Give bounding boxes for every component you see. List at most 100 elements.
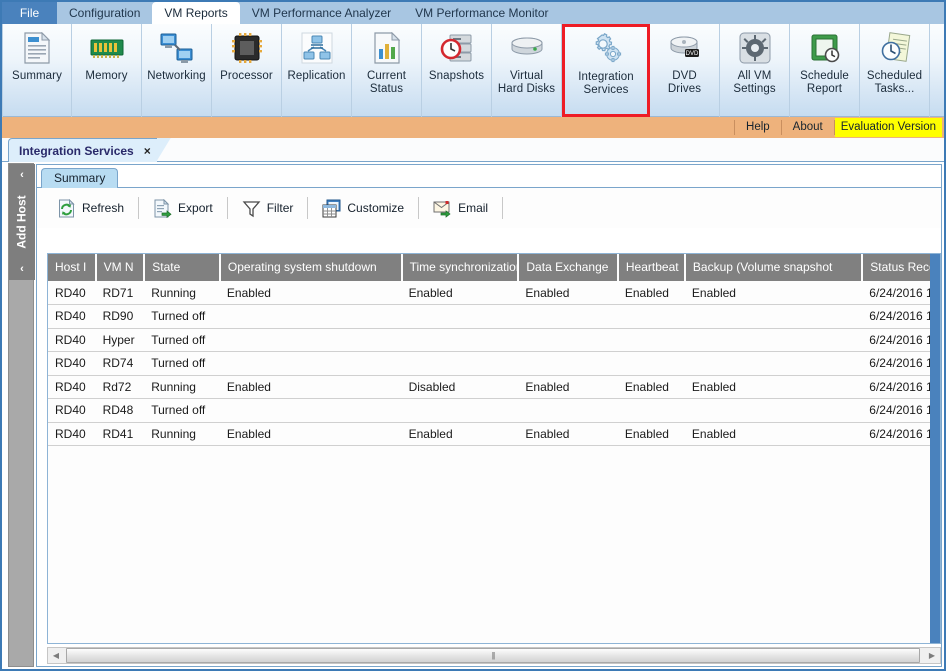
help-links-bar: Help About Evaluation Version [2, 117, 944, 138]
menu-item-configuration[interactable]: Configuration [57, 2, 152, 24]
cell-backup: Enabled [684, 374, 863, 399]
table-row[interactable]: RD40 RD71 Running Enabled Enabled Enable… [48, 280, 940, 305]
ribbon-button-scheduled-tasks[interactable]: Scheduled Tasks... [860, 24, 930, 117]
scrollbar-track[interactable]: ||| [64, 648, 924, 663]
menu-item-vm-reports[interactable]: VM Reports [152, 2, 240, 24]
filter-button[interactable]: Filter [232, 196, 304, 221]
document-tab-label: Integration Services [19, 143, 134, 158]
ribbon-button-current-status[interactable]: Current Status [352, 24, 422, 117]
cell-heartbeat [617, 351, 685, 376]
menu-item-vm-performance-analyzer-label: VM Performance Analyzer [251, 6, 392, 20]
scroll-right-arrow-icon[interactable]: ▶ [924, 648, 940, 663]
scroll-left-arrow-icon[interactable]: ◀ [48, 648, 64, 663]
table-row[interactable]: RD40 RD74 Turned off 6/24/2016 12:57:37 … [48, 351, 940, 376]
column-header-vm-name[interactable]: VM N [95, 254, 146, 282]
column-header-data-exchange[interactable]: Data Exchange [518, 254, 619, 282]
cell-state: Turned off [144, 398, 220, 423]
cell-backup [684, 351, 863, 376]
data-table: Host I VM N State Operating system shutd… [48, 254, 940, 446]
cell-heartbeat [617, 304, 685, 329]
divider [418, 197, 420, 219]
menu-item-vm-reports-label: VM Reports [164, 6, 228, 20]
cell-data-exchange: Enabled [518, 421, 618, 446]
tab-summary[interactable]: Summary [41, 168, 119, 188]
table-row[interactable]: RD40 RD90 Turned off 6/24/2016 12:57:37 … [48, 304, 940, 329]
column-header-host-id[interactable]: Host I [48, 254, 97, 282]
cell-os-shutdown: Enabled [219, 280, 402, 305]
cell-os-shutdown [219, 327, 402, 352]
ribbon-toolbar: Summary Memory Networking Processor Repl… [2, 24, 944, 117]
ribbon-button-snapshots[interactable]: Snapshots [422, 24, 492, 117]
refresh-button[interactable]: Refresh [47, 196, 134, 221]
ribbon-button-virtual-hard-disks[interactable]: Virtual Hard Disks [492, 24, 562, 117]
cell-vm-name: Rd72 [95, 374, 145, 399]
cell-host-id: RD40 [48, 351, 96, 376]
add-host-rail[interactable]: Add Host ‹ ‹ [8, 163, 35, 667]
table-row[interactable]: RD40 RD48 Turned off 6/24/2016 12:57:38 … [48, 398, 940, 423]
email-button[interactable]: Email [423, 196, 498, 221]
column-header-time-synchronization[interactable]: Time synchronization [401, 254, 520, 282]
ribbon-button-integration-services[interactable]: Integration Services [562, 24, 650, 117]
ribbon-button-summary-label: Summary [12, 70, 62, 82]
cell-data-exchange [518, 398, 618, 423]
cell-heartbeat: Enabled [617, 280, 685, 305]
cell-data-exchange: Enabled [518, 374, 618, 399]
ribbon-button-all-vm-settings[interactable]: All VM Settings [720, 24, 790, 117]
export-button[interactable]: Export [143, 196, 223, 221]
table-row[interactable]: RD40 Hyper Turned off 6/24/2016 12:57:37… [48, 327, 940, 352]
chevron-collapse-top-icon[interactable]: ‹ [9, 168, 35, 182]
svg-text:DVD: DVD [685, 51, 698, 57]
ribbon-button-processor[interactable]: Processor [212, 24, 282, 117]
document-tab-strip: Integration Services × [2, 138, 944, 162]
cell-backup: Enabled [684, 421, 863, 446]
scrollbar-thumb[interactable]: ||| [66, 648, 920, 663]
document-tab-integration-services[interactable]: Integration Services × [8, 138, 158, 162]
column-header-heartbeat[interactable]: Heartbeat [617, 254, 686, 282]
column-header-state[interactable]: State [144, 254, 221, 282]
ribbon-button-current-status-label: Current Status [366, 70, 407, 95]
email-send-icon [433, 199, 452, 218]
menu-item-vm-performance-monitor[interactable]: VM Performance Monitor [403, 2, 560, 24]
help-link[interactable]: Help [735, 117, 781, 138]
evaluation-version-badge[interactable]: Evaluation Version [834, 118, 942, 137]
column-header-backup-volume-snapshot[interactable]: Backup (Volume snapshot [684, 254, 864, 282]
horizontal-scrollbar[interactable]: ◀ ||| ▶ [47, 647, 941, 664]
report-data-grid[interactable]: Host I VM N State Operating system shutd… [47, 253, 941, 644]
ribbon-button-schedule-report[interactable]: Schedule Report [790, 24, 860, 117]
ribbon-button-replication[interactable]: Replication [282, 24, 352, 117]
dvd-drive-icon: DVD [667, 30, 703, 66]
email-button-label: Email [458, 201, 489, 215]
cell-os-shutdown [219, 304, 402, 329]
chevron-collapse-bottom-icon[interactable]: ‹ [9, 262, 35, 276]
ribbon-button-summary[interactable]: Summary [2, 24, 72, 117]
vertical-scrollbar[interactable] [930, 254, 940, 643]
document-tab-slant [157, 138, 171, 162]
cell-heartbeat: Enabled [617, 421, 685, 446]
cell-backup [684, 398, 863, 423]
close-icon[interactable]: × [144, 144, 151, 158]
cell-time-sync: Enabled [401, 421, 519, 446]
cell-data-exchange [518, 327, 618, 352]
menu-item-vm-performance-monitor-label: VM Performance Monitor [415, 6, 549, 20]
ribbon-button-replication-label: Replication [287, 70, 346, 82]
ribbon-button-networking[interactable]: Networking [142, 24, 212, 117]
menu-item-file[interactable]: File [2, 2, 57, 24]
report-tab-strip: Summary [37, 165, 941, 188]
cell-host-id: RD40 [48, 374, 96, 399]
ribbon-button-schedule-report-label: Schedule Report [800, 70, 849, 95]
menu-item-vm-performance-analyzer[interactable]: VM Performance Analyzer [240, 2, 403, 24]
ribbon-button-memory[interactable]: Memory [72, 24, 142, 117]
add-host-label: Add Host [15, 195, 30, 249]
cell-time-sync: Disabled [401, 374, 519, 399]
scrollbar-grip-icon: ||| [491, 651, 495, 660]
hard-disk-icon [509, 30, 545, 66]
ribbon-button-dvd-drives-label: DVD Drives [667, 70, 702, 95]
table-row[interactable]: RD40 RD41 Running Enabled Enabled Enable… [48, 421, 940, 446]
cell-host-id: RD40 [48, 280, 96, 305]
customize-button[interactable]: Customize [312, 196, 414, 221]
table-row[interactable]: RD40 Rd72 Running Enabled Disabled Enabl… [48, 374, 940, 399]
ribbon-button-all-vm-settings-label: All VM Settings [733, 70, 776, 95]
ribbon-button-dvd-drives[interactable]: DVD DVD Drives [650, 24, 720, 117]
column-header-operating-system-shutdown[interactable]: Operating system shutdown [219, 254, 403, 282]
about-link[interactable]: About [782, 117, 834, 138]
